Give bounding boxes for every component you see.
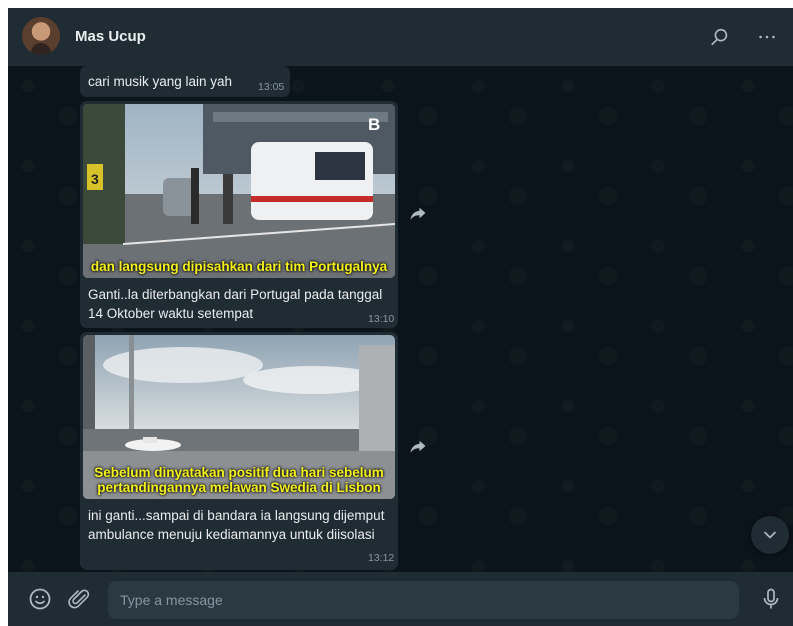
message-bubble[interactable]: cari musik yang lain yah 13:05	[80, 66, 290, 97]
message-caption: ini ganti...sampai di bandara ia langsun…	[88, 508, 385, 542]
message-time: 13:05	[258, 81, 285, 93]
search-icon[interactable]	[709, 26, 731, 48]
menu-icon[interactable]	[756, 26, 778, 48]
composer-bar	[8, 572, 793, 626]
message-time: 13:10	[368, 313, 395, 325]
forward-icon[interactable]	[409, 204, 427, 222]
chat-header: Mas Ucup	[8, 8, 793, 66]
channel-watermark: B	[368, 115, 380, 134]
avatar[interactable]	[22, 17, 60, 55]
message-text: cari musik yang lain yah	[88, 74, 233, 89]
message-bubble[interactable]: Sebelum dinyatakan positif dua hari sebe…	[80, 332, 398, 570]
svg-text:3: 3	[91, 171, 99, 187]
attach-icon[interactable]	[68, 587, 92, 611]
message-bubble[interactable]: 3 B dan langsung dipisahkan dari tim Por…	[80, 101, 398, 328]
message-time: 13:12	[368, 552, 395, 564]
video-thumbnail[interactable]: Sebelum dinyatakan positif dua hari sebe…	[83, 335, 395, 499]
chevron-down-icon	[764, 531, 776, 539]
message-input[interactable]	[108, 581, 739, 619]
message-caption: Ganti..la diterbangkan dari Portugal pad…	[88, 287, 383, 321]
scroll-down-button[interactable]	[751, 516, 789, 554]
mic-icon[interactable]	[759, 587, 783, 611]
video-subtitle: dan langsung dipisahkan dari tim Portuga…	[90, 259, 388, 274]
video-frame: 3 B	[83, 104, 395, 278]
emoji-icon[interactable]	[28, 587, 52, 611]
contact-name[interactable]: Mas Ucup	[75, 28, 146, 45]
message-list[interactable]: cari musik yang lain yah 13:05 3 B dan l…	[8, 66, 793, 572]
chat-window: Mas Ucup cari musik yang lain yah 13:05	[8, 8, 793, 626]
video-thumbnail[interactable]: 3 B dan langsung dipisahkan dari tim Por…	[83, 104, 395, 278]
forward-icon[interactable]	[409, 437, 427, 455]
video-subtitle: Sebelum dinyatakan positif dua hari sebe…	[94, 465, 384, 495]
